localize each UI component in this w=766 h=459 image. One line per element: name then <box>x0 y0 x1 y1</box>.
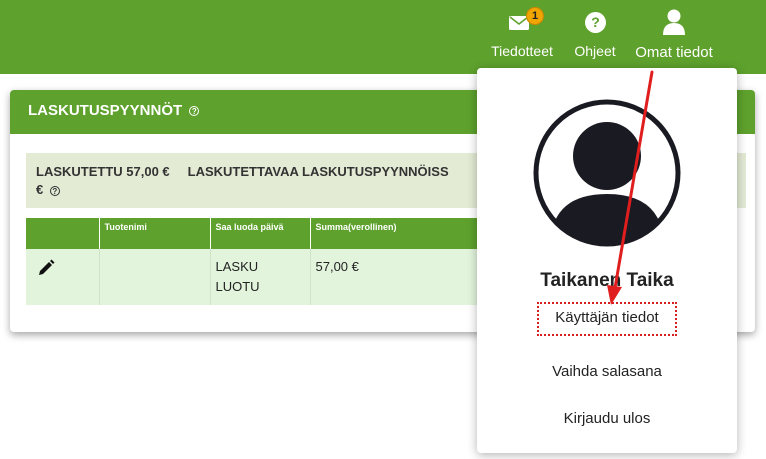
question-circle-icon[interactable]: ? <box>49 185 60 196</box>
column-header-amount[interactable]: Summa(verollinen) <box>310 218 491 249</box>
nav-help-label: Ohjeet <box>574 43 616 59</box>
panel-title: LASKUTUSPYYNNÖT <box>28 102 183 119</box>
change-password-link[interactable]: Vaihda salasana <box>477 363 737 380</box>
product-cell <box>99 249 211 305</box>
question-circle-icon[interactable]: ? <box>189 106 200 117</box>
amount-cell: 57,00 € <box>310 249 491 305</box>
summary-billed: LASKUTETTU 57,00 € <box>36 164 170 179</box>
column-header-date[interactable]: Saa luoda päivä <box>210 218 311 249</box>
logout-link[interactable]: Kirjaudu ulos <box>477 410 737 427</box>
nav-profile[interactable]: Omat tiedot <box>626 6 722 66</box>
column-header-product[interactable]: Tuotenimi <box>99 218 211 249</box>
summary-pending: LASKUTETTAVAA LASKUTUSPYYNNÖISS <box>187 164 449 179</box>
billing-table: Tuotenimi Saa luoda päivä Summa(verollin… <box>26 218 491 305</box>
user-details-link[interactable]: Käyttäjän tiedot <box>537 302 677 336</box>
top-navigation-bar: 1 Tiedotteet ? Ohjeet Omat tiedot <box>0 0 766 74</box>
user-name: Taikanen Taika <box>540 270 674 291</box>
profile-dropdown: Taikanen Taika Käyttäjän tiedot Vaihda s… <box>477 68 737 453</box>
edit-cell <box>26 249 100 305</box>
summary-pending-cont: € <box>36 182 44 197</box>
question-icon: ? <box>585 12 606 33</box>
create-date-cell: LASKU LUOTU <box>210 249 311 305</box>
nav-news-label: Tiedotteet <box>491 43 553 59</box>
table-row: LASKU LUOTU 57,00 € <box>26 249 491 305</box>
avatar-icon <box>533 99 681 247</box>
user-icon <box>663 9 685 35</box>
table-header-row: Tuotenimi Saa luoda päivä Summa(verollin… <box>26 218 491 249</box>
news-count-badge: 1 <box>526 7 544 25</box>
nav-help[interactable]: ? Ohjeet <box>566 6 624 66</box>
nav-profile-label: Omat tiedot <box>635 44 713 61</box>
pencil-icon[interactable] <box>37 259 55 277</box>
nav-news[interactable]: 1 Tiedotteet <box>484 6 560 66</box>
column-header-edit <box>26 218 100 249</box>
